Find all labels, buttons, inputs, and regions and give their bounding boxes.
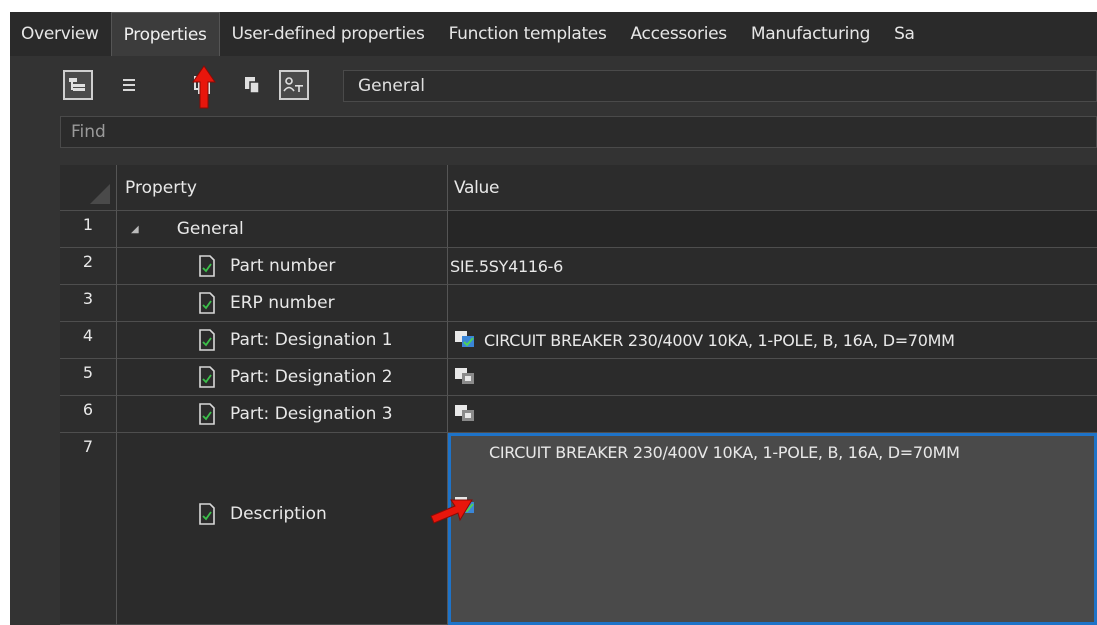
user-filter-icon [283,77,303,92]
corner-triangle-icon [90,184,110,204]
select-all-corner[interactable] [60,165,117,211]
annotation-arrow-right-icon [430,499,473,524]
multilanguage-icon[interactable] [454,367,476,387]
property-value[interactable] [448,211,1097,248]
property-value[interactable] [448,285,1097,322]
document-check-icon [199,292,215,314]
property-cell: Part: Designation 2 [117,359,448,396]
annotation-arrow-up-icon [192,65,216,109]
document-check-icon [199,502,215,525]
tab-manufacturing[interactable]: Manufacturing [739,12,882,56]
property-column-header[interactable]: Property [117,165,448,211]
tab-strip: Overview Properties User-defined propert… [10,12,1097,57]
value-column-header[interactable]: Value [448,165,1097,211]
description-editor[interactable]: CIRCUIT BREAKER 230/400V 10KA, 1-POLE, B… [448,433,1097,625]
tab-properties[interactable]: Properties [110,12,220,56]
paste-icon [245,77,260,94]
property-name: ERP number [230,293,335,313]
row-number: 6 [60,396,117,433]
group-cell: ◢ General [117,211,448,248]
row-number: 5 [60,359,117,396]
property-filter-dropdown[interactable]: General [343,70,1097,102]
collapse-arrow-icon[interactable]: ◢ [131,224,139,235]
grid-header-row: Property Value [60,165,1097,211]
property-value[interactable] [448,396,1097,433]
row-number: 3 [60,285,117,322]
property-cell: Part: Designation 1 [117,322,448,359]
property-name: Part number [230,256,336,276]
document-check-icon [199,329,215,351]
tab-function-templates[interactable]: Function templates [437,12,619,56]
user-filter-button[interactable] [279,70,309,100]
tab-accessories[interactable]: Accessories [619,12,739,56]
property-cell: Description [117,433,448,625]
table-row[interactable]: 4 Part: Designation 1 CIRCUIT BREAKER 23… [60,322,1097,359]
table-row[interactable]: 6 Part: Designation 3 [60,396,1097,433]
properties-panel: Overview Properties User-defined propert… [10,12,1097,625]
list-view-button[interactable] [114,70,144,100]
property-value[interactable]: SIE.5SY4116-6 [448,248,1097,285]
tree-view-icon [69,78,85,91]
property-cell: ERP number [117,285,448,322]
property-cell: Part number [117,248,448,285]
property-name: Description [230,503,327,524]
property-cell: Part: Designation 3 [117,396,448,433]
property-value-text: SIE.5SY4116-6 [450,256,563,276]
property-name: Part: Designation 2 [230,367,393,387]
paste-button[interactable] [237,70,267,100]
tab-truncated[interactable]: Sa [882,12,927,56]
table-row[interactable]: 3 ERP number [60,285,1097,322]
document-check-icon [199,366,215,388]
document-check-icon [199,255,215,277]
property-value[interactable]: CIRCUIT BREAKER 230/400V 10KA, 1-POLE, B… [448,322,1097,359]
property-name: Part: Designation 1 [230,330,393,350]
document-check-icon [199,403,215,425]
find-input[interactable]: Find [60,116,1097,148]
row-number: 4 [60,322,117,359]
tab-overview[interactable]: Overview [10,12,111,56]
description-text: CIRCUIT BREAKER 230/400V 10KA, 1-POLE, B… [489,443,960,462]
row-number: 7 [60,433,117,625]
table-row-description[interactable]: 7 Description CIRCUIT BREAKER 230/400V 1… [60,433,1097,625]
multilanguage-translated-icon[interactable] [454,330,476,350]
table-row[interactable]: 2 Part number SIE.5SY4116-6 [60,248,1097,285]
table-row[interactable]: 1 ◢ General [60,211,1097,248]
property-value-text: CIRCUIT BREAKER 230/400V 10KA, 1-POLE, B… [484,330,955,350]
table-row[interactable]: 5 Part: Designation 2 [60,359,1097,396]
row-number: 1 [60,211,117,248]
tab-user-defined-properties[interactable]: User-defined properties [220,12,437,56]
multilanguage-icon[interactable] [454,404,476,424]
list-view-icon [123,79,135,91]
property-name: Part: Designation 3 [230,404,393,424]
property-name: General [176,219,244,239]
property-value[interactable] [448,359,1097,396]
tree-view-button[interactable] [63,70,93,100]
row-number: 2 [60,248,117,285]
